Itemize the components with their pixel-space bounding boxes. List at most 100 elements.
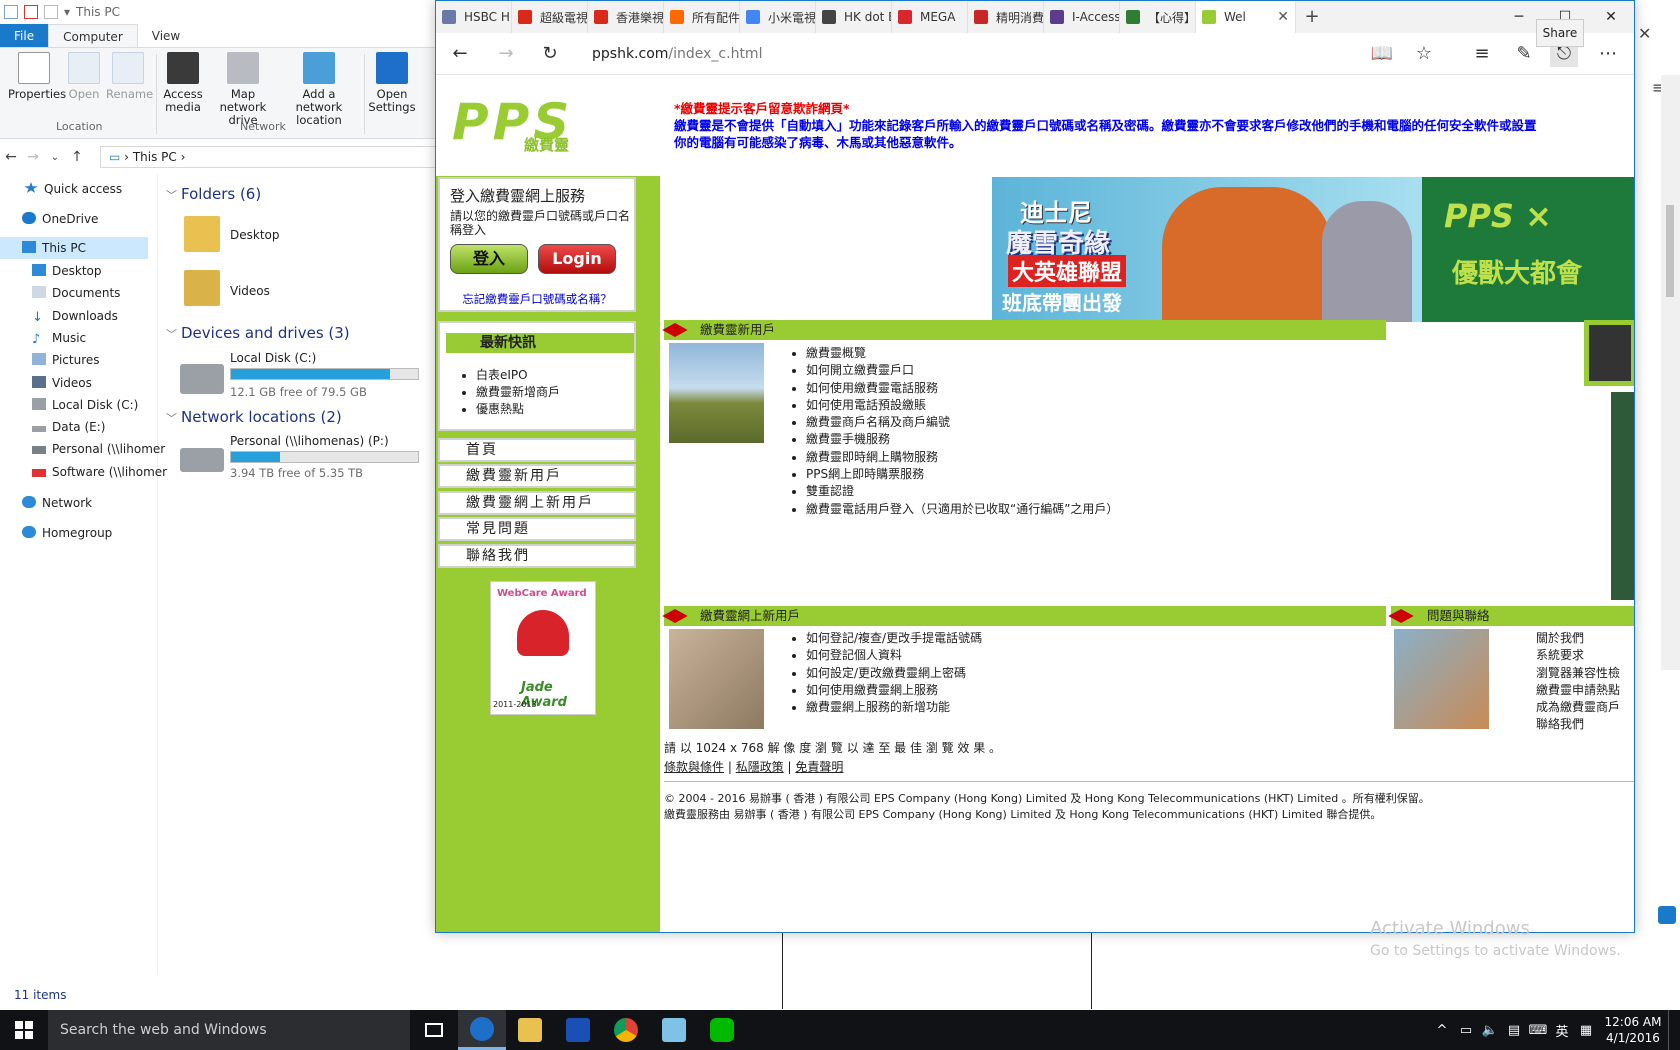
tab-computer[interactable]: Computer xyxy=(48,24,138,48)
login-zh-button[interactable]: 登入 xyxy=(450,244,528,274)
nav-network[interactable]: Network xyxy=(22,492,178,514)
pps-logo[interactable]: PPS 繳費靈 xyxy=(452,97,622,158)
list-item[interactable]: 如何開立繳費靈戶口 xyxy=(806,362,1386,379)
list-item[interactable]: 如何使用電話預設繳賬 xyxy=(806,397,1386,414)
folder-videos[interactable]: Videos xyxy=(230,284,270,298)
clock[interactable]: 12:06 AM 4/1/2016 xyxy=(1598,1014,1668,1046)
local-disk-icon[interactable] xyxy=(180,364,224,394)
list-item[interactable]: 瀏覽器兼容性檢 xyxy=(1536,665,1634,682)
nav-quick-access[interactable]: Quick access xyxy=(24,178,180,200)
group-devices[interactable]: ﹀ Devices and drives (3) xyxy=(166,324,350,342)
list-item[interactable]: 繳費靈即時網上購物服務 xyxy=(806,449,1386,466)
file-explorer-taskbar-icon[interactable] xyxy=(506,1010,554,1050)
close-icon[interactable]: ✕ xyxy=(1588,1,1634,33)
access-media-button[interactable]: Access media xyxy=(160,52,206,114)
breadcrumb[interactable]: This PC xyxy=(133,150,177,164)
reading-view-icon[interactable]: 📖 xyxy=(1368,41,1396,67)
list-item[interactable]: PPS網上即時購票服務 xyxy=(806,466,1386,483)
list-item[interactable]: 如何設定/更改繳費靈網上密碼 xyxy=(806,665,1306,682)
personal-drive-name[interactable]: Personal (\\lihomenas) (P:) xyxy=(230,434,389,448)
favorite-star-icon[interactable]: ☆ xyxy=(1410,41,1438,67)
open-button[interactable]: Open xyxy=(66,52,102,101)
notepad-taskbar-icon[interactable] xyxy=(650,1010,698,1050)
group-network-locations[interactable]: ﹀ Network locations (2) xyxy=(166,408,342,426)
network-drive-icon[interactable] xyxy=(180,448,224,472)
ime-mode-icon[interactable]: ▦ xyxy=(1574,1023,1598,1038)
scrollbar-thumb[interactable] xyxy=(1666,205,1674,297)
properties-quick-icon[interactable] xyxy=(24,5,38,19)
promo-banner[interactable]: 迪士尼 魔雪奇緣 大英雄聯盟 班底帶團出發 PPS × 優獸大都會 xyxy=(992,177,1634,322)
list-item[interactable]: 系統要求 xyxy=(1536,647,1634,664)
browser-tab[interactable]: HK dot B xyxy=(816,1,892,33)
line-taskbar-icon[interactable] xyxy=(698,1010,746,1050)
side-promo-image[interactable] xyxy=(1611,392,1634,600)
start-button[interactable] xyxy=(0,1010,48,1050)
rename-button[interactable]: Rename xyxy=(106,52,153,101)
list-item[interactable]: 如何登記個人資料 xyxy=(806,647,1306,664)
browser-tab[interactable]: I-Access xyxy=(1044,1,1120,33)
tab-file[interactable]: File xyxy=(0,24,49,48)
list-item[interactable]: 如何使用繳費靈電話服務 xyxy=(806,380,1386,397)
folder-desktop[interactable]: Desktop xyxy=(230,228,280,242)
browser-tab[interactable]: 小米電視 xyxy=(740,1,816,33)
recent-locations-icon[interactable]: ⌄ xyxy=(44,152,66,163)
list-item[interactable]: 繳費靈手機服務 xyxy=(806,431,1386,448)
browser-tab[interactable]: 香港樂視 xyxy=(588,1,664,33)
list-item[interactable]: 繳費靈電話用戶登入（只適用於已收取“通行編碼”之用戶） xyxy=(806,501,1386,518)
volume-icon[interactable]: 🔈 xyxy=(1478,1023,1502,1038)
privacy-link[interactable]: 私隱政策 xyxy=(736,760,784,774)
task-view-icon[interactable] xyxy=(410,1010,458,1050)
menu-online-new-user[interactable]: 繳費靈網上新用戶 xyxy=(438,491,636,515)
folder-icon[interactable] xyxy=(184,216,220,252)
forgot-account-link[interactable]: 忘記繳費靈戶口號碼或名稱？ xyxy=(440,291,634,307)
nav-onedrive[interactable]: OneDrive xyxy=(22,208,178,230)
browser-tab[interactable]: MEGA xyxy=(892,1,968,33)
menu-contact[interactable]: 聯絡我們 xyxy=(438,544,636,568)
terms-link[interactable]: 條款與條件 xyxy=(664,760,724,774)
vertical-scrollbar[interactable] xyxy=(1661,75,1680,670)
forward-arrow-icon[interactable]: → xyxy=(22,149,44,165)
notification-icon[interactable]: ▤ xyxy=(1502,1023,1526,1038)
nav-homegroup[interactable]: Homegroup xyxy=(22,522,178,544)
qat-dropdown-icon[interactable]: ▾ xyxy=(64,5,70,19)
list-item[interactable]: 繳費靈商戶名稱及商戶編號 xyxy=(806,414,1386,431)
address-bar[interactable]: ▭ › This PC › xyxy=(100,146,440,168)
more-icon[interactable]: ⋯ xyxy=(1594,41,1622,67)
new-folder-quick-icon[interactable] xyxy=(44,5,58,19)
list-item[interactable]: 雙重認證 xyxy=(806,483,1386,500)
new-tab-button[interactable]: + xyxy=(1296,1,1328,33)
tab-view[interactable]: View xyxy=(138,24,194,48)
list-item[interactable]: 成為繳費靈商戶 xyxy=(1536,699,1634,716)
list-item[interactable]: 如何使用繳費靈網上服務 xyxy=(806,682,1306,699)
menu-faq[interactable]: 常見問題 xyxy=(438,517,636,541)
list-item[interactable]: 繳費靈申請熱點 xyxy=(1536,682,1634,699)
list-item[interactable]: 如何登記/複查/更改手提電話號碼 xyxy=(806,630,1306,647)
sp-app-taskbar-icon[interactable] xyxy=(554,1010,602,1050)
show-desktop-button[interactable] xyxy=(1668,1010,1680,1050)
back-arrow-icon[interactable]: ← xyxy=(446,41,474,67)
up-arrow-icon[interactable]: ↑ xyxy=(66,149,88,165)
news-item[interactable]: 優惠熱點 xyxy=(476,401,560,418)
taskbar-search[interactable]: Search the web and Windows xyxy=(48,1010,410,1050)
hub-icon[interactable]: ≡ xyxy=(1468,41,1496,67)
browser-tab[interactable]: 【心得】 xyxy=(1120,1,1196,33)
browser-tab[interactable]: 精明消費 xyxy=(968,1,1044,33)
ime-indicator[interactable]: 英 xyxy=(1550,1021,1574,1040)
side-promo-box[interactable] xyxy=(1584,320,1634,386)
login-en-button[interactable]: Login xyxy=(538,244,616,274)
list-item[interactable]: 聯絡我們 xyxy=(1536,716,1634,733)
chevron-up-icon[interactable]: ^ xyxy=(1430,1023,1454,1038)
url-bar[interactable]: ppshk.com/index_c.html xyxy=(592,41,762,67)
list-item[interactable]: 繳費靈概覽 xyxy=(806,345,1386,362)
browser-tab[interactable]: HSBC HK xyxy=(436,1,512,33)
news-item[interactable]: 白表eIPO xyxy=(476,367,560,384)
back-arrow-icon[interactable]: ← xyxy=(0,149,22,165)
add-network-location-button[interactable]: Add a network location xyxy=(280,52,358,127)
edge-taskbar-icon[interactable] xyxy=(458,1010,506,1050)
webcare-award-badge[interactable]: WebCare Award Jade Award 2011-2013 xyxy=(490,581,596,715)
news-item[interactable]: 繳費靈新增商戶 xyxy=(476,384,560,401)
refresh-icon[interactable]: ↻ xyxy=(536,41,564,67)
keyboard-icon[interactable]: ⌨ xyxy=(1526,1023,1550,1038)
browser-tab[interactable]: Wel ✕ xyxy=(1196,1,1296,33)
list-item[interactable]: 關於我們 xyxy=(1536,630,1634,647)
